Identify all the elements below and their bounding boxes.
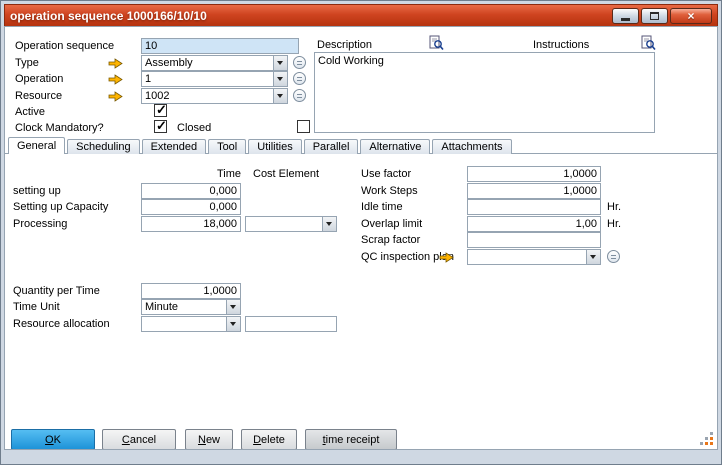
tab-bar: General Scheduling Extended Tool Utiliti… — [8, 137, 514, 154]
processing-label: Processing — [13, 218, 67, 231]
time-column-header: Time — [141, 168, 241, 181]
instructions-label: Instructions — [533, 39, 589, 52]
active-label: Active — [15, 106, 45, 119]
active-checkbox[interactable] — [154, 104, 167, 117]
titlebar[interactable]: operation sequence 1000166/10/10 × — [4, 4, 718, 26]
ok-button[interactable]: OK — [11, 429, 95, 450]
quantity-per-time-label: Quantity per Time — [13, 285, 100, 298]
tab-utilities[interactable]: Utilities — [248, 139, 301, 154]
tab-alternative[interactable]: Alternative — [360, 139, 430, 154]
cancel-button[interactable]: Cancel — [102, 429, 176, 450]
window-title: operation sequence 1000166/10/10 — [10, 9, 610, 23]
tab-extended[interactable]: Extended — [142, 139, 206, 154]
time-unit-value: Minute — [145, 301, 178, 314]
chevron-down-icon[interactable] — [273, 89, 287, 103]
overlap-limit-label: Overlap limit — [361, 218, 422, 231]
close-button[interactable]: × — [670, 8, 712, 24]
window: operation sequence 1000166/10/10 × Opera… — [0, 0, 722, 465]
resource-allocation-label: Resource allocation — [13, 318, 110, 331]
type-dropdown[interactable]: Assembly — [141, 55, 288, 71]
window-content: Operation sequence Type Assembly Operati… — [4, 26, 718, 450]
minimize-button[interactable] — [612, 8, 639, 24]
resource-allocation-dropdown[interactable] — [141, 316, 241, 332]
instructions-editor-icon[interactable] — [641, 35, 656, 51]
closed-label: Closed — [177, 122, 211, 135]
cost-element-column-header: Cost Element — [253, 168, 319, 181]
setting-up-field[interactable] — [141, 183, 241, 199]
resource-label: Resource — [15, 90, 62, 103]
quantity-per-time-field[interactable] — [141, 283, 241, 299]
operation-value: 1 — [145, 73, 151, 86]
work-steps-field[interactable] — [467, 183, 601, 199]
delete-button[interactable]: Delete — [241, 429, 297, 450]
tab-parallel[interactable]: Parallel — [304, 139, 359, 154]
overlap-limit-field[interactable] — [467, 216, 601, 232]
operation-label: Operation — [15, 73, 63, 86]
chevron-down-icon[interactable] — [273, 56, 287, 70]
setting-up-capacity-field[interactable] — [141, 199, 241, 215]
operation-detail-button[interactable] — [293, 72, 306, 85]
chevron-down-icon[interactable] — [586, 250, 600, 264]
resource-detail-button[interactable] — [293, 89, 306, 102]
use-factor-field[interactable] — [467, 166, 601, 182]
use-factor-label: Use factor — [361, 168, 411, 181]
resource-allocation-extra-field[interactable] — [245, 316, 337, 332]
setting-up-capacity-label: Setting up Capacity — [13, 201, 108, 214]
idle-time-field[interactable] — [467, 199, 601, 215]
work-steps-label: Work Steps — [361, 185, 418, 198]
tab-general[interactable]: General — [8, 137, 65, 154]
type-value: Assembly — [145, 57, 193, 70]
closed-checkbox[interactable] — [297, 120, 310, 133]
mandatory-arrow-icon — [108, 72, 123, 83]
processing-field[interactable] — [141, 216, 241, 232]
description-editor-icon[interactable] — [429, 35, 444, 51]
maximize-button[interactable] — [641, 8, 668, 24]
operation-dropdown[interactable]: 1 — [141, 71, 288, 87]
time-unit-dropdown[interactable]: Minute — [141, 299, 241, 315]
clock-mandatory-checkbox[interactable] — [154, 120, 167, 133]
time-receipt-button[interactable]: time receipt — [305, 429, 397, 450]
chevron-down-icon[interactable] — [226, 300, 240, 314]
time-unit-label: Time Unit — [13, 301, 60, 314]
qc-inspection-plan-detail-button[interactable] — [607, 250, 620, 263]
processing-cost-element-dropdown[interactable] — [245, 216, 337, 232]
chevron-down-icon[interactable] — [322, 217, 336, 231]
clock-mandatory-label: Clock Mandatory? — [15, 122, 104, 135]
tab-tool[interactable]: Tool — [208, 139, 246, 154]
chevron-down-icon[interactable] — [273, 72, 287, 86]
maximize-icon — [650, 12, 659, 20]
type-detail-button[interactable] — [293, 56, 306, 69]
chevron-down-icon[interactable] — [226, 317, 240, 331]
setting-up-label: setting up — [13, 185, 61, 198]
tab-attachments[interactable]: Attachments — [432, 139, 511, 154]
mandatory-arrow-icon — [108, 89, 123, 100]
overlap-limit-unit-label: Hr. — [607, 218, 621, 231]
idle-time-unit-label: Hr. — [607, 201, 621, 214]
qc-inspection-plan-dropdown[interactable] — [467, 249, 601, 265]
operation-sequence-field[interactable] — [141, 38, 299, 54]
idle-time-label: Idle time — [361, 201, 403, 214]
description-textarea[interactable]: Cold Working — [314, 52, 655, 133]
description-label: Description — [317, 39, 372, 52]
mandatory-arrow-icon — [439, 250, 454, 261]
tab-scheduling[interactable]: Scheduling — [67, 139, 139, 154]
operation-sequence-label: Operation sequence — [15, 40, 114, 53]
scrap-factor-field[interactable] — [467, 232, 601, 248]
resize-grip-icon[interactable] — [699, 431, 714, 446]
type-label: Type — [15, 57, 39, 70]
mandatory-arrow-icon — [108, 56, 123, 67]
new-button[interactable]: New — [185, 429, 233, 450]
scrap-factor-label: Scrap factor — [361, 234, 420, 247]
minimize-icon — [621, 18, 630, 21]
